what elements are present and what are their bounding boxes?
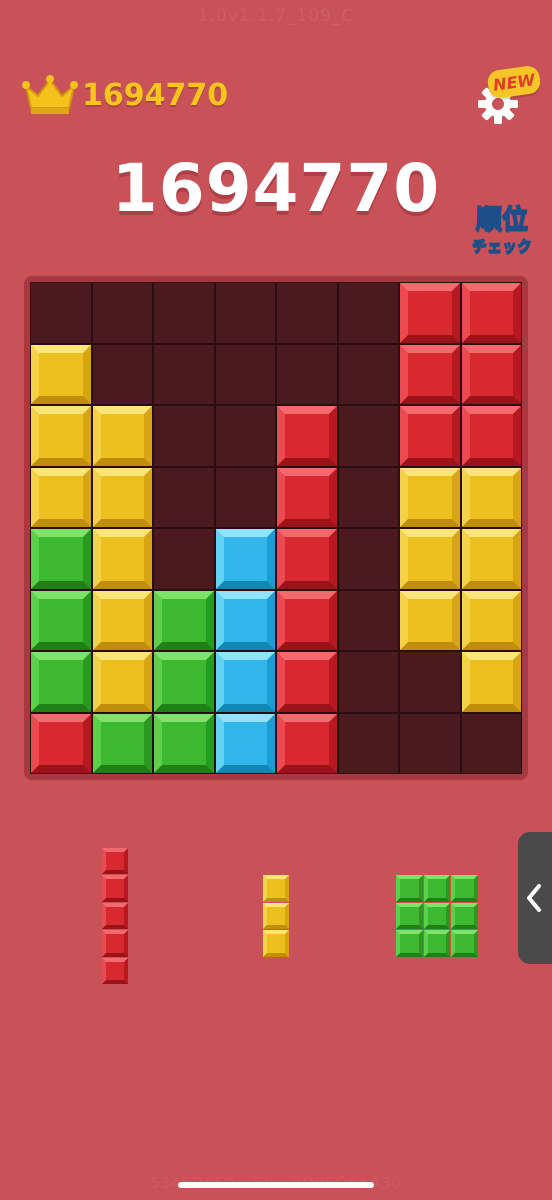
board-cell-empty: [338, 590, 398, 650]
piece-block-red: [101, 930, 129, 957]
piece-block-red: [101, 957, 129, 985]
chevron-left-icon: [527, 884, 541, 912]
board-block-yellow: [92, 406, 152, 466]
board-block-yellow: [92, 652, 152, 712]
board-cell-empty: [338, 713, 398, 773]
board-block-green: [92, 713, 152, 773]
board-cell-empty: [400, 713, 460, 773]
side-panel-handle[interactable]: [518, 832, 552, 964]
board-block-yellow: [461, 590, 521, 650]
board-block-yellow: [31, 344, 91, 404]
board-block-red: [31, 713, 91, 773]
piece-block-green: [423, 875, 451, 902]
ranking-label-sub: チェック: [471, 237, 532, 256]
best-score-display: 1694770: [22, 74, 228, 116]
board-block-red: [400, 344, 460, 404]
piece-block-green: [451, 875, 478, 902]
board-block-yellow: [31, 406, 91, 466]
piece-block-red: [101, 875, 129, 902]
board-block-green: [154, 713, 214, 773]
board-block-red: [277, 406, 337, 466]
piece-block-green: [396, 875, 423, 902]
board-block-red: [461, 283, 521, 343]
board-block-red: [461, 406, 521, 466]
piece-block-green: [396, 902, 423, 930]
board-cell-empty: [154, 344, 214, 404]
board-cell-empty: [154, 283, 214, 343]
board-block-yellow: [461, 467, 521, 527]
board-block-red: [277, 713, 337, 773]
piece-block-green: [423, 930, 451, 957]
board-cell-empty: [31, 283, 91, 343]
board-block-green: [31, 529, 91, 589]
board-cell-empty: [338, 652, 398, 712]
piece-block-yellow: [262, 875, 290, 902]
board-cell-empty: [338, 406, 398, 466]
crown-icon: [22, 75, 78, 114]
board-block-red: [461, 344, 521, 404]
board-block-yellow: [400, 529, 460, 589]
home-indicator[interactable]: [178, 1182, 374, 1188]
board-block-yellow: [461, 529, 521, 589]
board-block-red: [400, 283, 460, 343]
board-block-green: [31, 652, 91, 712]
board-block-yellow: [400, 590, 460, 650]
board-cell-empty: [154, 529, 214, 589]
piece-green[interactable]: [396, 875, 479, 958]
piece-block-green: [396, 930, 423, 957]
board-cell-empty: [215, 344, 275, 404]
board-block-red: [277, 652, 337, 712]
board-cell-empty: [277, 344, 337, 404]
board-block-green: [31, 590, 91, 650]
board-block-blue: [215, 590, 275, 650]
board-block-yellow: [92, 467, 152, 527]
new-badge: NEW: [486, 64, 542, 100]
board-cell-empty: [277, 283, 337, 343]
ranking-check-button[interactable]: 順位 チェック: [464, 204, 540, 270]
board-cell-empty: [215, 467, 275, 527]
board-cell-empty: [461, 713, 521, 773]
board-block-yellow: [92, 529, 152, 589]
board-block-yellow: [31, 467, 91, 527]
piece-red[interactable]: [101, 847, 129, 985]
board-cell-empty: [215, 406, 275, 466]
board-cell-empty: [215, 283, 275, 343]
board-cell-empty: [338, 344, 398, 404]
board-cell-empty: [338, 283, 398, 343]
board-cell-empty: [338, 529, 398, 589]
board-block-green: [154, 590, 214, 650]
piece-block-green: [423, 902, 451, 930]
ranking-label-main: 順位: [475, 204, 529, 236]
settings-button[interactable]: NEW: [470, 64, 542, 132]
board-cell-empty: [154, 467, 214, 527]
version-text: 1.0v1.1.7_109_C: [197, 6, 355, 26]
piece-block-yellow: [262, 930, 290, 957]
piece-block-red: [101, 847, 129, 875]
piece-yellow[interactable]: [262, 875, 290, 958]
best-score-value: 1694770: [82, 77, 229, 113]
piece-block-green: [451, 902, 478, 930]
board-block-yellow: [400, 467, 460, 527]
board-block-yellow: [461, 652, 521, 712]
board-block-yellow: [92, 590, 152, 650]
board-block-red: [277, 467, 337, 527]
board-block-red: [400, 406, 460, 466]
board-cell-empty: [338, 467, 398, 527]
board-block-blue: [215, 529, 275, 589]
piece-block-yellow: [262, 902, 290, 930]
board-block-red: [277, 529, 337, 589]
board-block-green: [154, 652, 214, 712]
piece-block-red: [101, 902, 129, 930]
board-cell-empty: [154, 406, 214, 466]
game-board[interactable]: [30, 282, 522, 774]
board-cell-empty: [400, 652, 460, 712]
board-cell-empty: [92, 283, 152, 343]
board-block-red: [277, 590, 337, 650]
board-block-blue: [215, 713, 275, 773]
board-block-blue: [215, 652, 275, 712]
board-cell-empty: [92, 344, 152, 404]
piece-block-green: [451, 930, 478, 957]
